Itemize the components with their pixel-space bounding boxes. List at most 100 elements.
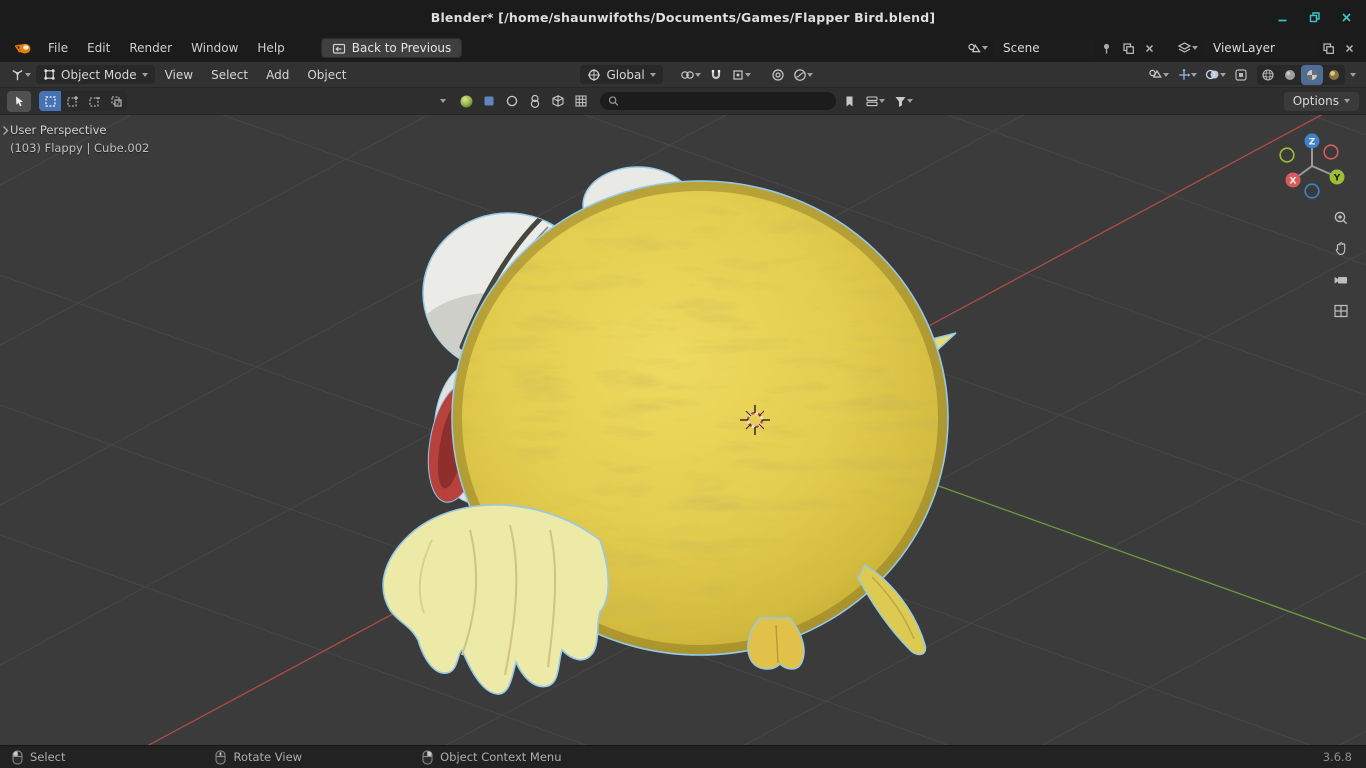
pivot-point-dropdown[interactable] [677, 66, 704, 84]
select-mode-intersect-button[interactable] [105, 91, 127, 111]
select-mode-subtract-button[interactable] [83, 91, 105, 111]
viewport-header: Object Mode View Select Add Object Globa… [0, 62, 1366, 88]
maximize-button[interactable] [1304, 7, 1324, 27]
blender-menu-button[interactable] [8, 38, 38, 58]
falloff-sphere-button[interactable] [456, 91, 476, 111]
display-toggle-square[interactable] [479, 91, 499, 111]
scene-browse-button[interactable] [964, 40, 991, 57]
viewlayer-browse-chevron-icon [1192, 46, 1198, 50]
mouse-left-icon [12, 750, 23, 764]
status-rotate-hint: Rotate View [215, 750, 302, 765]
shading-material-button[interactable] [1301, 64, 1323, 85]
close-button[interactable] [1336, 7, 1356, 27]
wireframe-sphere-icon [1262, 68, 1274, 81]
shading-dropdown[interactable] [1347, 71, 1359, 79]
overlays-toggle[interactable] [1202, 66, 1229, 83]
scene-name-field[interactable]: Scene [994, 38, 1094, 58]
viewlayer-new-button[interactable] [1319, 40, 1338, 57]
tool-settings-dropdown[interactable] [433, 91, 453, 111]
minimize-button[interactable] [1272, 7, 1292, 27]
menu-file[interactable]: File [39, 38, 77, 58]
gizmo-axis-neg-y[interactable] [1279, 147, 1295, 163]
select-mode-new-button[interactable] [39, 91, 61, 111]
titlebar: Blender* [/home/shaunwifoths/Documents/G… [0, 0, 1366, 34]
tweak-cursor-icon [16, 96, 23, 107]
gizmo-axis-y[interactable]: Y [1329, 169, 1345, 185]
blue-square-icon [484, 96, 494, 106]
tool-header: Options [0, 88, 1366, 115]
status-context-label: Object Context Menu [440, 750, 562, 764]
pan-button[interactable] [1330, 238, 1352, 260]
search-input[interactable] [624, 94, 828, 108]
object-visibility-dropdown[interactable] [1145, 66, 1172, 83]
collections-dropdown[interactable] [862, 93, 888, 110]
menu-add[interactable]: Add [258, 65, 297, 85]
mode-dropdown-label: Object Mode [61, 67, 137, 82]
viewport-nav-buttons [1330, 207, 1352, 322]
shading-solid-button[interactable] [1279, 65, 1301, 85]
toolbar-toggle-button[interactable] [2, 125, 9, 136]
select-mode-extend-button[interactable] [61, 91, 83, 111]
menu-edit[interactable]: Edit [78, 38, 119, 58]
shading-wireframe-button[interactable] [1257, 65, 1279, 85]
viewlayer-name-field[interactable]: ViewLayer [1204, 38, 1316, 58]
display-toggle-cube[interactable] [548, 91, 568, 111]
gizmo-axis-z[interactable]: Z [1304, 133, 1320, 149]
snap-toggle-button[interactable] [706, 66, 726, 84]
menu-view[interactable]: View [157, 65, 201, 85]
chevron-right-icon [3, 126, 9, 135]
menu-help[interactable]: Help [248, 38, 293, 58]
scene-delete-button[interactable] [1141, 41, 1158, 56]
menu-object[interactable]: Object [299, 65, 354, 85]
camera-view-button[interactable] [1330, 269, 1352, 291]
menu-select[interactable]: Select [203, 65, 256, 85]
display-toggle-grid[interactable] [571, 91, 591, 111]
gizmo-axis-neg-x[interactable] [1323, 144, 1339, 160]
window-controls [1272, 0, 1356, 34]
bookmark-button[interactable] [839, 91, 859, 111]
duplicate-icon [1323, 42, 1334, 54]
back-to-previous-button[interactable]: Back to Previous [320, 38, 463, 58]
viewlayer-icon [1177, 42, 1192, 53]
gizmo-axis-neg-z[interactable] [1304, 183, 1320, 199]
viewlayer-browse-button[interactable] [1174, 39, 1201, 57]
display-toggle-spheres[interactable] [525, 91, 545, 111]
filter-funnel-icon [895, 96, 906, 107]
zoom-button[interactable] [1330, 207, 1352, 229]
viewlayer-widget: ViewLayer [1174, 38, 1358, 58]
visibility-chevron-icon [1163, 72, 1169, 77]
scene-pin-button[interactable] [1097, 40, 1116, 57]
status-select-label: Select [30, 750, 66, 764]
mode-dropdown[interactable]: Object Mode [36, 65, 155, 84]
proportional-editing-icon [772, 68, 784, 81]
options-button[interactable]: Options [1283, 91, 1359, 111]
proportional-falloff-dropdown[interactable] [790, 66, 816, 84]
status-context-hint: Object Context Menu [422, 750, 561, 765]
menu-render[interactable]: Render [120, 38, 181, 58]
delete-x-icon [1145, 44, 1154, 52]
active-tool-button[interactable] [7, 90, 31, 112]
view-perspective-label: User Perspective [10, 123, 107, 137]
bookmark-icon [846, 96, 852, 106]
editor-type-button[interactable] [7, 66, 34, 84]
gizmos-toggle[interactable] [1174, 66, 1200, 84]
menu-window[interactable]: Window [182, 38, 247, 58]
select-subtract-icon [88, 96, 100, 107]
display-toggle-circle[interactable] [502, 91, 522, 111]
filter-dropdown[interactable] [891, 93, 916, 110]
navigation-gizmo[interactable]: Z X Y [1270, 121, 1354, 205]
transform-orientation-dropdown[interactable]: Global [580, 65, 663, 84]
search-box[interactable] [600, 92, 836, 110]
xray-toggle[interactable] [1231, 66, 1251, 84]
viewport-3d[interactable]: User Perspective (103) Flappy | Cube.002… [0, 115, 1366, 745]
viewlayer-remove-button[interactable] [1341, 41, 1358, 56]
falloff-chevron-icon [806, 72, 813, 77]
snap-target-dropdown[interactable] [728, 66, 754, 84]
shading-rendered-button[interactable] [1323, 65, 1345, 85]
scene-new-button[interactable] [1119, 40, 1138, 57]
ortho-toggle-button[interactable] [1330, 300, 1352, 322]
proportional-editing-toggle[interactable] [768, 66, 788, 84]
gizmo-axis-x[interactable]: X [1285, 172, 1301, 188]
close-icon [1341, 12, 1351, 22]
pivot-chevron-icon [694, 72, 701, 77]
